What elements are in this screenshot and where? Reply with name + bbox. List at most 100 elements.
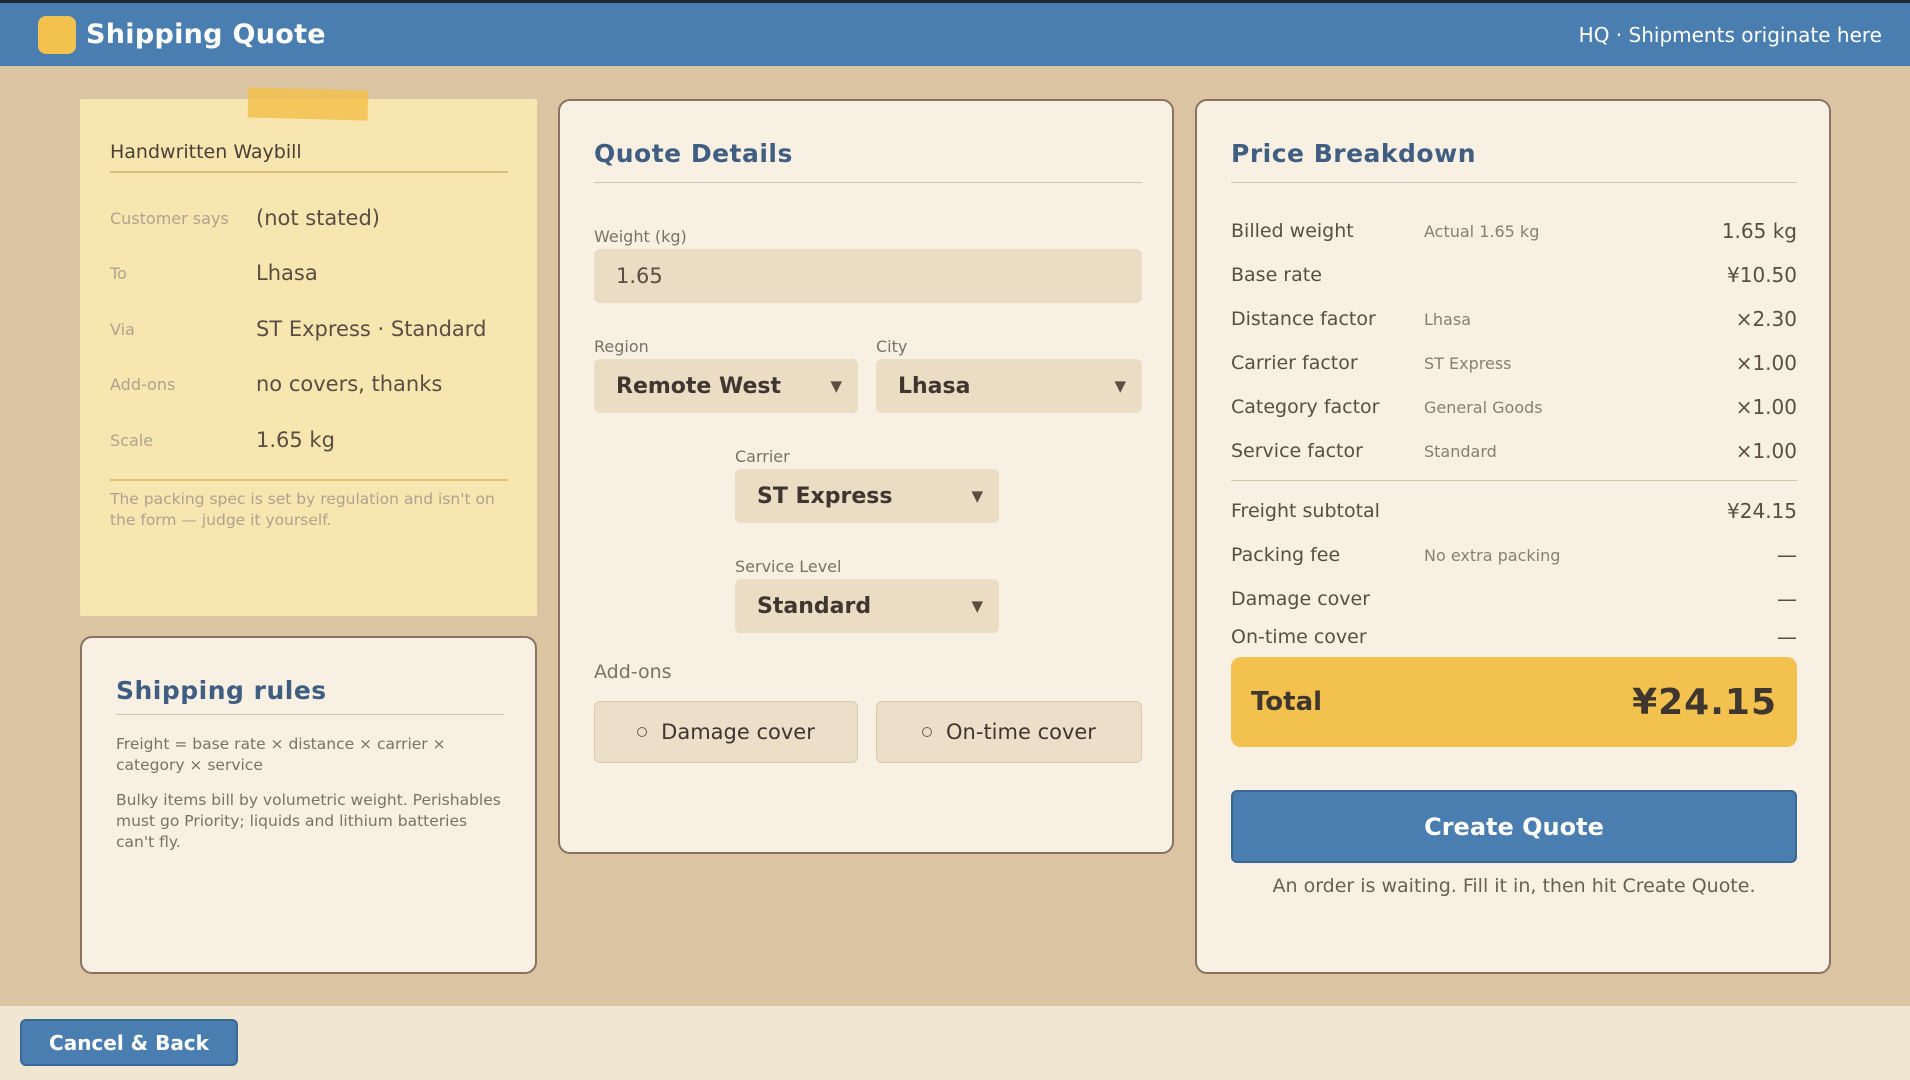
waybill-value: 1.65 kg xyxy=(256,428,335,452)
waybill-label: Scale xyxy=(110,430,154,450)
city-select[interactable]: Lhasa ▼ xyxy=(876,359,1142,413)
rules-formula: Freight = base rate × distance × carrier… xyxy=(116,735,446,774)
price-row-value: ¥10.50 xyxy=(1727,263,1797,287)
price-breakdown-title: Price Breakdown xyxy=(1231,139,1797,183)
top-bar: Shipping Quote HQ · Shipments originate … xyxy=(0,0,1910,66)
chevron-down-icon: ▼ xyxy=(830,377,842,395)
cancel-back-button[interactable]: Cancel & Back xyxy=(20,1019,238,1066)
price-row-name: Base rate xyxy=(1231,264,1322,286)
waybill-note: Handwritten Waybill Customer says (not s… xyxy=(80,87,537,616)
waybill-row-addons: Add-ons no covers, thanks xyxy=(110,369,508,399)
app-logo-icon xyxy=(38,15,76,54)
price-row-name: Carrier factor xyxy=(1231,352,1358,374)
price-row-value: — xyxy=(1777,625,1797,649)
weight-label: Weight (kg) xyxy=(594,227,687,246)
price-row-name: On-time cover xyxy=(1231,626,1367,648)
radio-unchecked-icon xyxy=(922,727,933,737)
price-row-detail: Lhasa xyxy=(1424,309,1471,329)
price-row-on-time-cover: On-time cover — xyxy=(1231,625,1797,649)
waybill-title: Handwritten Waybill xyxy=(110,141,508,173)
total-value: ¥24.15 xyxy=(1632,681,1777,723)
quote-details-panel: Quote Details Weight (kg) 1.65 Region Re… xyxy=(558,99,1174,854)
waybill-footnote: The packing spec is set by regulation an… xyxy=(110,490,495,529)
region-value: Remote West xyxy=(616,373,782,399)
app-title: Shipping Quote xyxy=(86,19,326,50)
price-row-service-factor: Service factor Standard ×1.00 xyxy=(1231,436,1797,466)
price-row-name: Distance factor xyxy=(1231,308,1376,330)
waybill-value: (not stated) xyxy=(256,206,380,230)
price-row-value: ×1.00 xyxy=(1735,395,1797,419)
waybill-divider xyxy=(110,479,508,481)
city-label: City xyxy=(876,337,908,356)
price-row-carrier-factor: Carrier factor ST Express ×1.00 xyxy=(1231,348,1797,378)
price-row-billed-weight: Billed weight Actual 1.65 kg 1.65 kg xyxy=(1231,216,1797,246)
quote-details-title: Quote Details xyxy=(594,139,1142,183)
price-row-freight-subtotal: Freight subtotal ¥24.15 xyxy=(1231,496,1797,526)
waybill-row-customer: Customer says (not stated) xyxy=(110,203,508,233)
waybill-row-to: To Lhasa xyxy=(110,258,508,288)
price-row-packing-fee: Packing fee No extra packing — xyxy=(1231,540,1797,570)
city-value: Lhasa xyxy=(898,373,971,399)
price-row-name: Service factor xyxy=(1231,440,1363,462)
chevron-down-icon: ▼ xyxy=(971,487,983,505)
carrier-value: ST Express xyxy=(757,483,893,509)
create-quote-button[interactable]: Create Quote xyxy=(1231,790,1797,863)
price-row-value: ×2.30 xyxy=(1735,307,1797,331)
rules-title: Shipping rules xyxy=(116,676,504,715)
tape-decoration xyxy=(247,87,369,121)
price-row-detail: Actual 1.65 kg xyxy=(1424,221,1540,241)
price-row-value: ¥24.15 xyxy=(1727,499,1797,523)
waybill-label: Via xyxy=(110,319,135,339)
brand: Shipping Quote xyxy=(38,15,326,54)
price-row-detail: General Goods xyxy=(1424,397,1543,417)
on-time-cover-label: On-time cover xyxy=(946,720,1096,744)
region-select[interactable]: Remote West ▼ xyxy=(594,359,858,413)
waybill-row-via: Via ST Express · Standard xyxy=(110,314,508,344)
footer-bar: Cancel & Back xyxy=(0,1006,1910,1080)
service-level-select[interactable]: Standard ▼ xyxy=(735,579,999,633)
price-row-name: Billed weight xyxy=(1231,220,1354,242)
rules-detail: Bulky items bill by volumetric weight. P… xyxy=(116,791,501,851)
price-row-base-rate: Base rate ¥10.50 xyxy=(1231,260,1797,290)
price-row-name: Packing fee xyxy=(1231,544,1341,566)
waybill-row-scale: Scale 1.65 kg xyxy=(110,425,508,455)
chevron-down-icon: ▼ xyxy=(971,597,983,615)
price-row-name: Category factor xyxy=(1231,396,1380,418)
price-row-detail: No extra packing xyxy=(1424,545,1561,565)
chevron-down-icon: ▼ xyxy=(1114,377,1126,395)
price-row-detail: Standard xyxy=(1424,441,1497,461)
price-row-name: Damage cover xyxy=(1231,588,1371,610)
waybill-value: ST Express · Standard xyxy=(256,317,487,341)
waybill-label: Customer says xyxy=(110,208,229,228)
addons-label: Add-ons xyxy=(594,661,672,683)
price-row-value: 1.65 kg xyxy=(1721,219,1797,243)
price-row-damage-cover: Damage cover — xyxy=(1231,584,1797,614)
waybill-value: no covers, thanks xyxy=(256,372,443,396)
region-label: Region xyxy=(594,337,649,356)
waybill-label: To xyxy=(110,263,127,283)
total-box: Total ¥24.15 xyxy=(1231,657,1797,747)
service-level-value: Standard xyxy=(757,593,872,619)
carrier-label: Carrier xyxy=(735,447,790,466)
status-hint: An order is waiting. Fill it in, then hi… xyxy=(1272,875,1756,897)
price-row-value: — xyxy=(1777,543,1797,567)
price-breakdown-panel: Price Breakdown Billed weight Actual 1.6… xyxy=(1195,99,1831,974)
price-row-category-factor: Category factor General Goods ×1.00 xyxy=(1231,392,1797,422)
waybill-value: Lhasa xyxy=(256,261,318,285)
price-row-value: — xyxy=(1777,587,1797,611)
damage-cover-label: Damage cover xyxy=(661,720,815,744)
price-row-value: ×1.00 xyxy=(1735,439,1797,463)
price-row-distance-factor: Distance factor Lhasa ×2.30 xyxy=(1231,304,1797,334)
on-time-cover-toggle[interactable]: On-time cover xyxy=(876,701,1142,763)
price-divider xyxy=(1231,480,1797,481)
shipping-rules-panel: Shipping rules Freight = base rate × dis… xyxy=(80,636,537,974)
carrier-select[interactable]: ST Express ▼ xyxy=(735,469,999,523)
price-row-name: Freight subtotal xyxy=(1231,500,1380,522)
total-label: Total xyxy=(1251,687,1323,717)
radio-unchecked-icon xyxy=(637,727,648,737)
service-level-label: Service Level xyxy=(735,557,842,576)
waybill-label: Add-ons xyxy=(110,374,176,394)
damage-cover-toggle[interactable]: Damage cover xyxy=(594,701,858,763)
weight-input[interactable]: 1.65 xyxy=(594,249,1142,303)
hq-note: HQ · Shipments originate here xyxy=(1578,22,1882,47)
